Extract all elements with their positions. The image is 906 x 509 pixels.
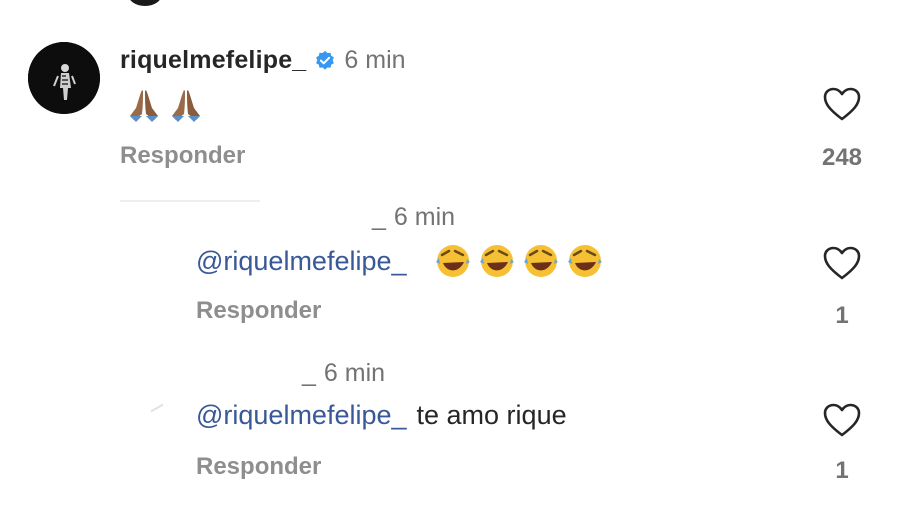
like-count: 1 [835, 302, 849, 329]
mention-link[interactable]: @riquelmefelipe_ [196, 246, 407, 277]
redacted-avatar-mark [120, 200, 260, 202]
username[interactable]: riquelmefelipe_ [120, 46, 306, 75]
like-count: 248 [821, 144, 863, 171]
comment-text: te amo rique [416, 400, 567, 430]
timestamp: 6 min [344, 46, 406, 74]
mention-link[interactable]: @riquelmefelipe_ [196, 400, 407, 431]
like-count: 1 [835, 457, 849, 484]
comment-header: _ 6 min [196, 203, 455, 232]
emoji-row [433, 242, 605, 280]
heart-icon[interactable] [822, 245, 862, 281]
reply-button[interactable]: Responder [196, 297, 321, 325]
heart-icon[interactable] [822, 86, 862, 122]
heart-icon[interactable] [822, 402, 862, 438]
timestamp: 6 min [393, 203, 456, 231]
rolling-on-floor-laughing-icon [523, 245, 558, 277]
avatar[interactable] [28, 42, 100, 114]
username[interactable]: _ [372, 203, 386, 232]
reply-button[interactable]: Responder [120, 142, 245, 170]
praying-hands-icon [172, 90, 200, 122]
username[interactable]: _ [302, 359, 316, 388]
rolling-on-floor-laughing-icon [479, 245, 514, 277]
reply-button[interactable]: Responder [196, 453, 321, 481]
comment-body: @riquelmefelipe_ [196, 242, 605, 280]
partial-avatar-above [128, 0, 162, 6]
rolling-on-floor-laughing-icon [435, 245, 470, 277]
verified-badge-icon [316, 50, 335, 70]
rolling-on-floor-laughing-icon [567, 245, 602, 277]
comment-body: @riquelmefelipe_ te amo rique [196, 400, 567, 431]
timestamp: 6 min [323, 359, 386, 387]
praying-hands-icon [130, 90, 158, 122]
comment-body [120, 86, 204, 124]
avatar-figure-icon [28, 42, 100, 114]
comment-header: riquelmefelipe_ 6 min [120, 46, 406, 75]
comment-header: _ 6 min [196, 359, 385, 388]
redacted-avatar-mark [150, 403, 164, 413]
